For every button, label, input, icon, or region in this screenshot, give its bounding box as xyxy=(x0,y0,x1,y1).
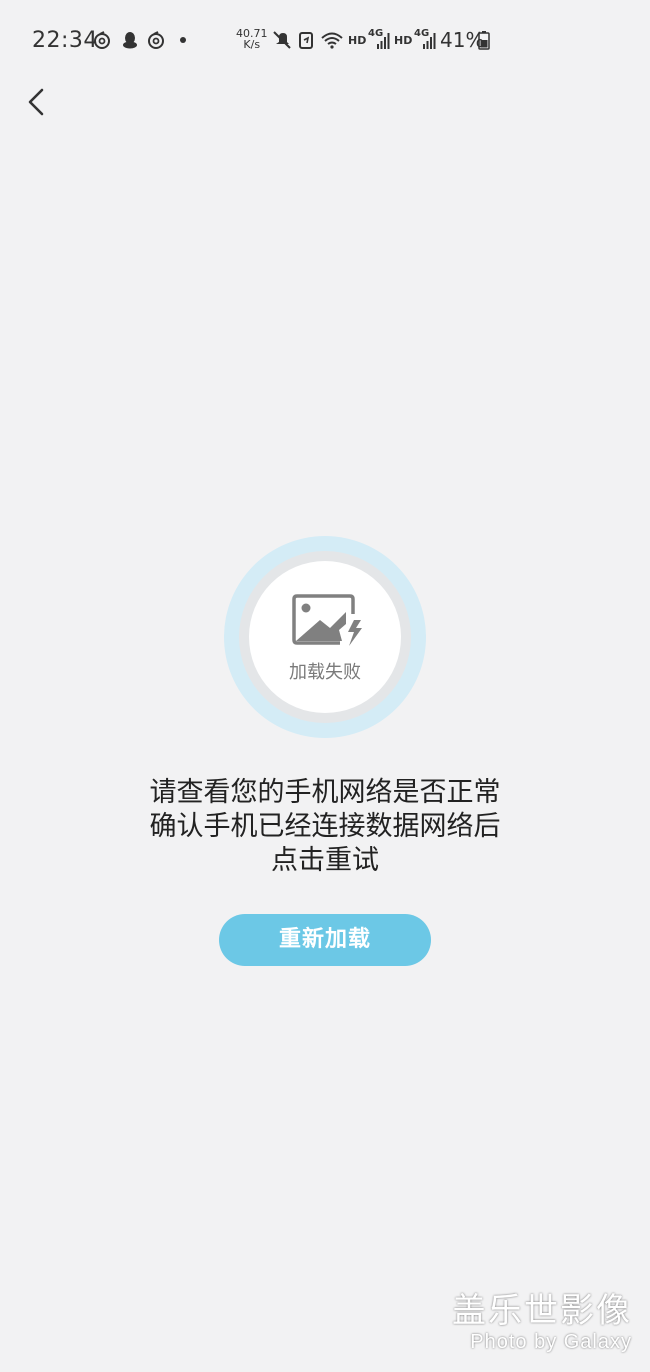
watermark-subtitle: Photo by Galaxy xyxy=(470,1331,632,1353)
screen: 22:34 40.71 K/s HD 4G HD 4G 41% 加载失败 请查看… xyxy=(0,0,650,1372)
back-button[interactable] xyxy=(20,82,60,122)
error-message: 请查看您的手机网络是否正常 确认手机已经连接数据网络后 点击重试 xyxy=(0,776,650,878)
error-message-line: 确认手机已经连接数据网络后 xyxy=(149,811,501,842)
error-message-line: 请查看您的手机网络是否正常 xyxy=(149,777,501,808)
load-failed-label: 加载失败 xyxy=(289,662,361,683)
signal-icon xyxy=(423,33,436,49)
qq-icon xyxy=(123,32,137,49)
dot-icon xyxy=(180,37,186,43)
watermark-title: 盖乐世影像 xyxy=(452,1291,632,1331)
wifi-icon xyxy=(321,32,343,49)
net-speed-unit: K/s xyxy=(243,38,261,51)
chevron-left-icon xyxy=(28,88,44,116)
battery-icon xyxy=(478,31,490,50)
hd-label: HD xyxy=(348,34,367,47)
hd-label: HD xyxy=(394,34,413,47)
netease-music-icon xyxy=(94,31,110,49)
status-time: 22:34 xyxy=(32,28,98,53)
status-bar: 22:34 40.71 K/s HD 4G HD 4G 41% xyxy=(0,0,650,80)
error-message-line: 点击重试 xyxy=(271,845,379,876)
reload-button[interactable]: 重新加载 xyxy=(219,914,431,966)
battery-saver-icon xyxy=(299,32,313,49)
signal-icon xyxy=(377,33,390,49)
load-failed-graphic: 加载失败 xyxy=(224,536,426,738)
net-speed: 40.71 K/s xyxy=(236,28,268,50)
mute-icon xyxy=(273,31,291,49)
broken-image-icon xyxy=(292,594,362,646)
watermark: 盖乐世影像 Photo by Galaxy xyxy=(452,1292,632,1354)
netease-music-icon xyxy=(148,31,164,49)
